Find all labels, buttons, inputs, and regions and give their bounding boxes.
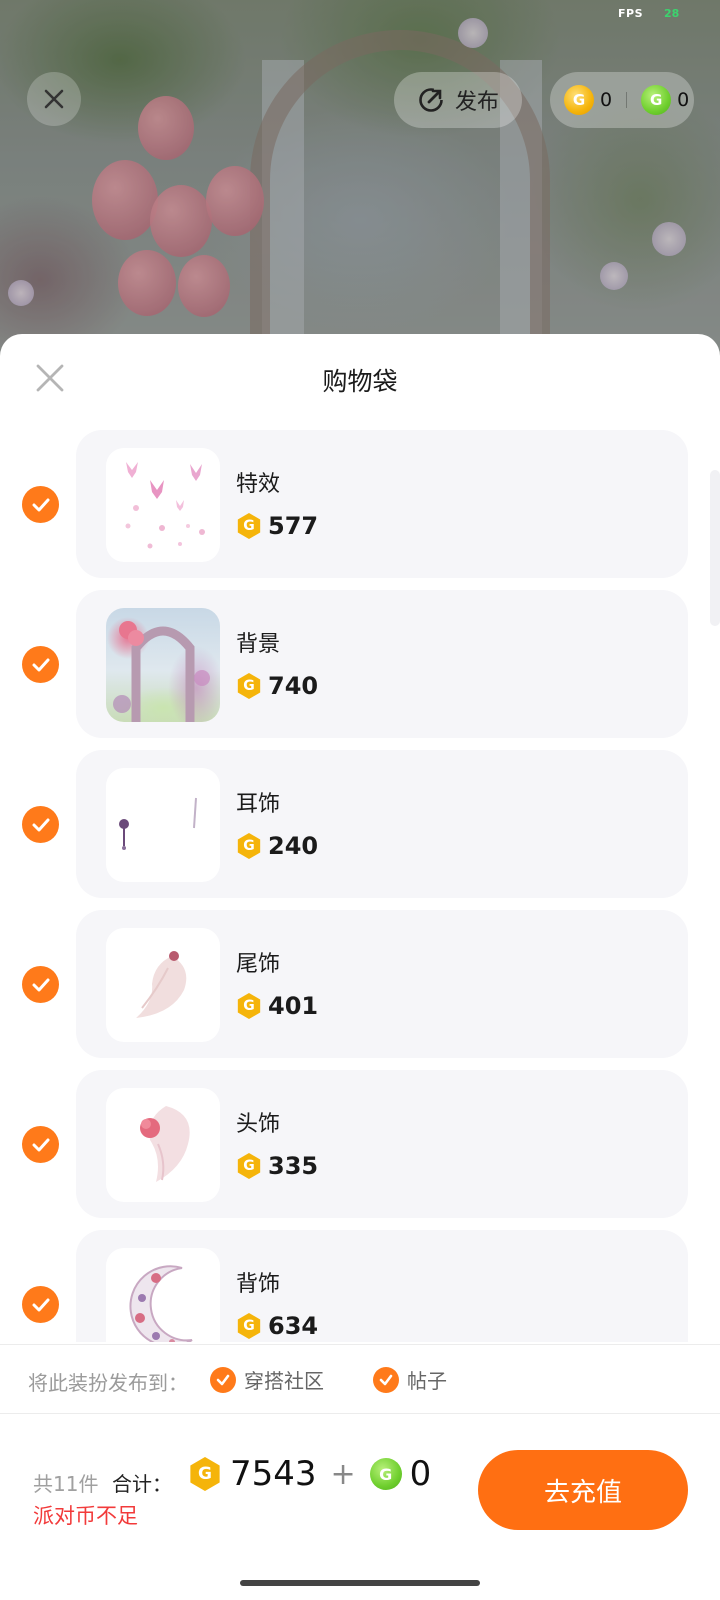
item-price: G 240 <box>236 832 318 860</box>
gold-coin-icon: G <box>564 85 594 115</box>
tail-thumbnail <box>106 928 220 1042</box>
home-indicator[interactable] <box>240 1580 480 1586</box>
item-card[interactable]: 头饰 G 335 <box>76 1070 688 1218</box>
option-label: 穿搭社区 <box>244 1369 324 1393</box>
item-card[interactable]: 尾饰 G 401 <box>76 910 688 1058</box>
check-icon <box>379 1374 393 1385</box>
cart-item-list: 特效 G 577 背景 G 740 耳饰 G 240 尾饰 G 401 头饰 G… <box>0 430 720 1342</box>
item-name: 背饰 <box>236 1272 281 1297</box>
publish-to-label: 将此装扮发布到： <box>28 1371 188 1395</box>
option-checkbox[interactable] <box>210 1366 236 1393</box>
item-card[interactable]: 背饰 G 634 <box>76 1230 688 1342</box>
shopping-bag-sheet: 购物袋 特效 G 577 背景 G 740 耳饰 G 240 尾饰 G 401 … <box>0 334 720 1600</box>
option-checkbox[interactable] <box>373 1366 399 1393</box>
item-price-value: 335 <box>268 1152 319 1180</box>
item-checkbox[interactable] <box>22 806 59 843</box>
insufficient-balance-warning: 派对币不足 <box>33 1504 138 1528</box>
item-price: G 577 <box>236 512 318 540</box>
publish-icon <box>419 88 443 112</box>
item-price: G 401 <box>236 992 318 1020</box>
recharge-button[interactable]: 去充值 <box>478 1450 688 1530</box>
item-price-value: 401 <box>268 992 319 1020</box>
gold-coin-icon: G <box>237 673 261 699</box>
cart-item-earring[interactable]: 耳饰 G 240 <box>0 750 720 898</box>
top-close-button[interactable] <box>27 72 81 126</box>
item-name: 特效 <box>236 472 281 497</box>
cart-item-tail[interactable]: 尾饰 G 401 <box>0 910 720 1058</box>
total-label: 合计： <box>112 1472 172 1496</box>
background-scene <box>0 0 720 360</box>
check-icon <box>32 1138 49 1151</box>
headwear-thumbnail <box>106 1088 220 1202</box>
item-card[interactable]: 背景 G 740 <box>76 590 688 738</box>
publish-button[interactable]: 发布 <box>394 72 522 128</box>
item-checkbox[interactable] <box>22 966 59 1003</box>
item-price: G 634 <box>236 1312 318 1340</box>
close-icon <box>44 89 64 109</box>
gold-coin-icon: G <box>237 833 261 859</box>
plus-sign: + <box>330 1456 356 1492</box>
item-name: 尾饰 <box>236 952 281 977</box>
fps-label: FPS <box>618 7 643 20</box>
item-name: 头饰 <box>236 1112 281 1137</box>
item-name: 耳饰 <box>236 792 281 817</box>
gold-coin-icon: G <box>237 513 261 539</box>
item-count: 共11件 <box>33 1472 99 1496</box>
item-checkbox[interactable] <box>22 486 59 523</box>
publish-option-community[interactable]: 穿搭社区 <box>210 1365 324 1394</box>
item-price-value: 634 <box>268 1312 319 1340</box>
green-coin-icon: G <box>641 85 672 115</box>
item-checkbox[interactable] <box>22 646 59 683</box>
item-price-value: 740 <box>268 672 319 700</box>
green-total: 0 <box>409 1454 432 1494</box>
publish-to-row: 将此装扮发布到： 穿搭社区 帖子 <box>0 1344 720 1414</box>
item-price-value: 240 <box>268 832 319 860</box>
checkout-bar: 共11件 合计： G 7543 + G 0 派对币不足 去充值 <box>0 1414 720 1600</box>
gold-coin-icon: G <box>190 1457 220 1491</box>
item-price: G 335 <box>236 1152 318 1180</box>
gold-total: 7543 <box>230 1454 317 1494</box>
effect-thumbnail <box>106 448 220 562</box>
option-label: 帖子 <box>407 1369 447 1393</box>
item-checkbox[interactable] <box>22 1286 59 1323</box>
fps-value: 28 <box>664 7 680 20</box>
cart-item-headwear[interactable]: 头饰 G 335 <box>0 1070 720 1218</box>
cart-item-backwear[interactable]: 背饰 G 634 <box>0 1230 720 1342</box>
check-icon <box>32 978 49 991</box>
currency-balance[interactable]: G 0 G 0 <box>550 72 694 128</box>
item-card[interactable]: 特效 G 577 <box>76 430 688 578</box>
cart-item-effect[interactable]: 特效 G 577 <box>0 430 720 578</box>
gold-balance: 0 <box>600 89 613 111</box>
check-icon <box>32 1298 49 1311</box>
earring-thumbnail <box>106 768 220 882</box>
publish-label: 发布 <box>454 90 499 115</box>
publish-option-post[interactable]: 帖子 <box>373 1365 447 1394</box>
check-icon <box>32 818 49 831</box>
item-price-value: 577 <box>268 512 319 540</box>
item-checkbox[interactable] <box>22 1126 59 1163</box>
green-coin-icon: G <box>369 1458 402 1490</box>
sheet-title: 购物袋 <box>322 367 398 396</box>
background-thumbnail <box>106 608 220 722</box>
item-name: 背景 <box>236 632 281 657</box>
balance-divider <box>626 92 628 108</box>
check-icon <box>32 658 49 671</box>
item-price: G 740 <box>236 672 318 700</box>
total-amount: G 7543 + G 0 <box>188 1454 431 1494</box>
gold-coin-icon: G <box>237 1313 261 1339</box>
gold-coin-icon: G <box>237 1153 261 1179</box>
green-balance: 0 <box>677 89 690 111</box>
item-card[interactable]: 耳饰 G 240 <box>76 750 688 898</box>
check-icon <box>216 1374 230 1385</box>
cart-item-background[interactable]: 背景 G 740 <box>0 590 720 738</box>
backwear-thumbnail <box>106 1248 220 1342</box>
gold-coin-icon: G <box>237 993 261 1019</box>
check-icon <box>32 498 49 511</box>
